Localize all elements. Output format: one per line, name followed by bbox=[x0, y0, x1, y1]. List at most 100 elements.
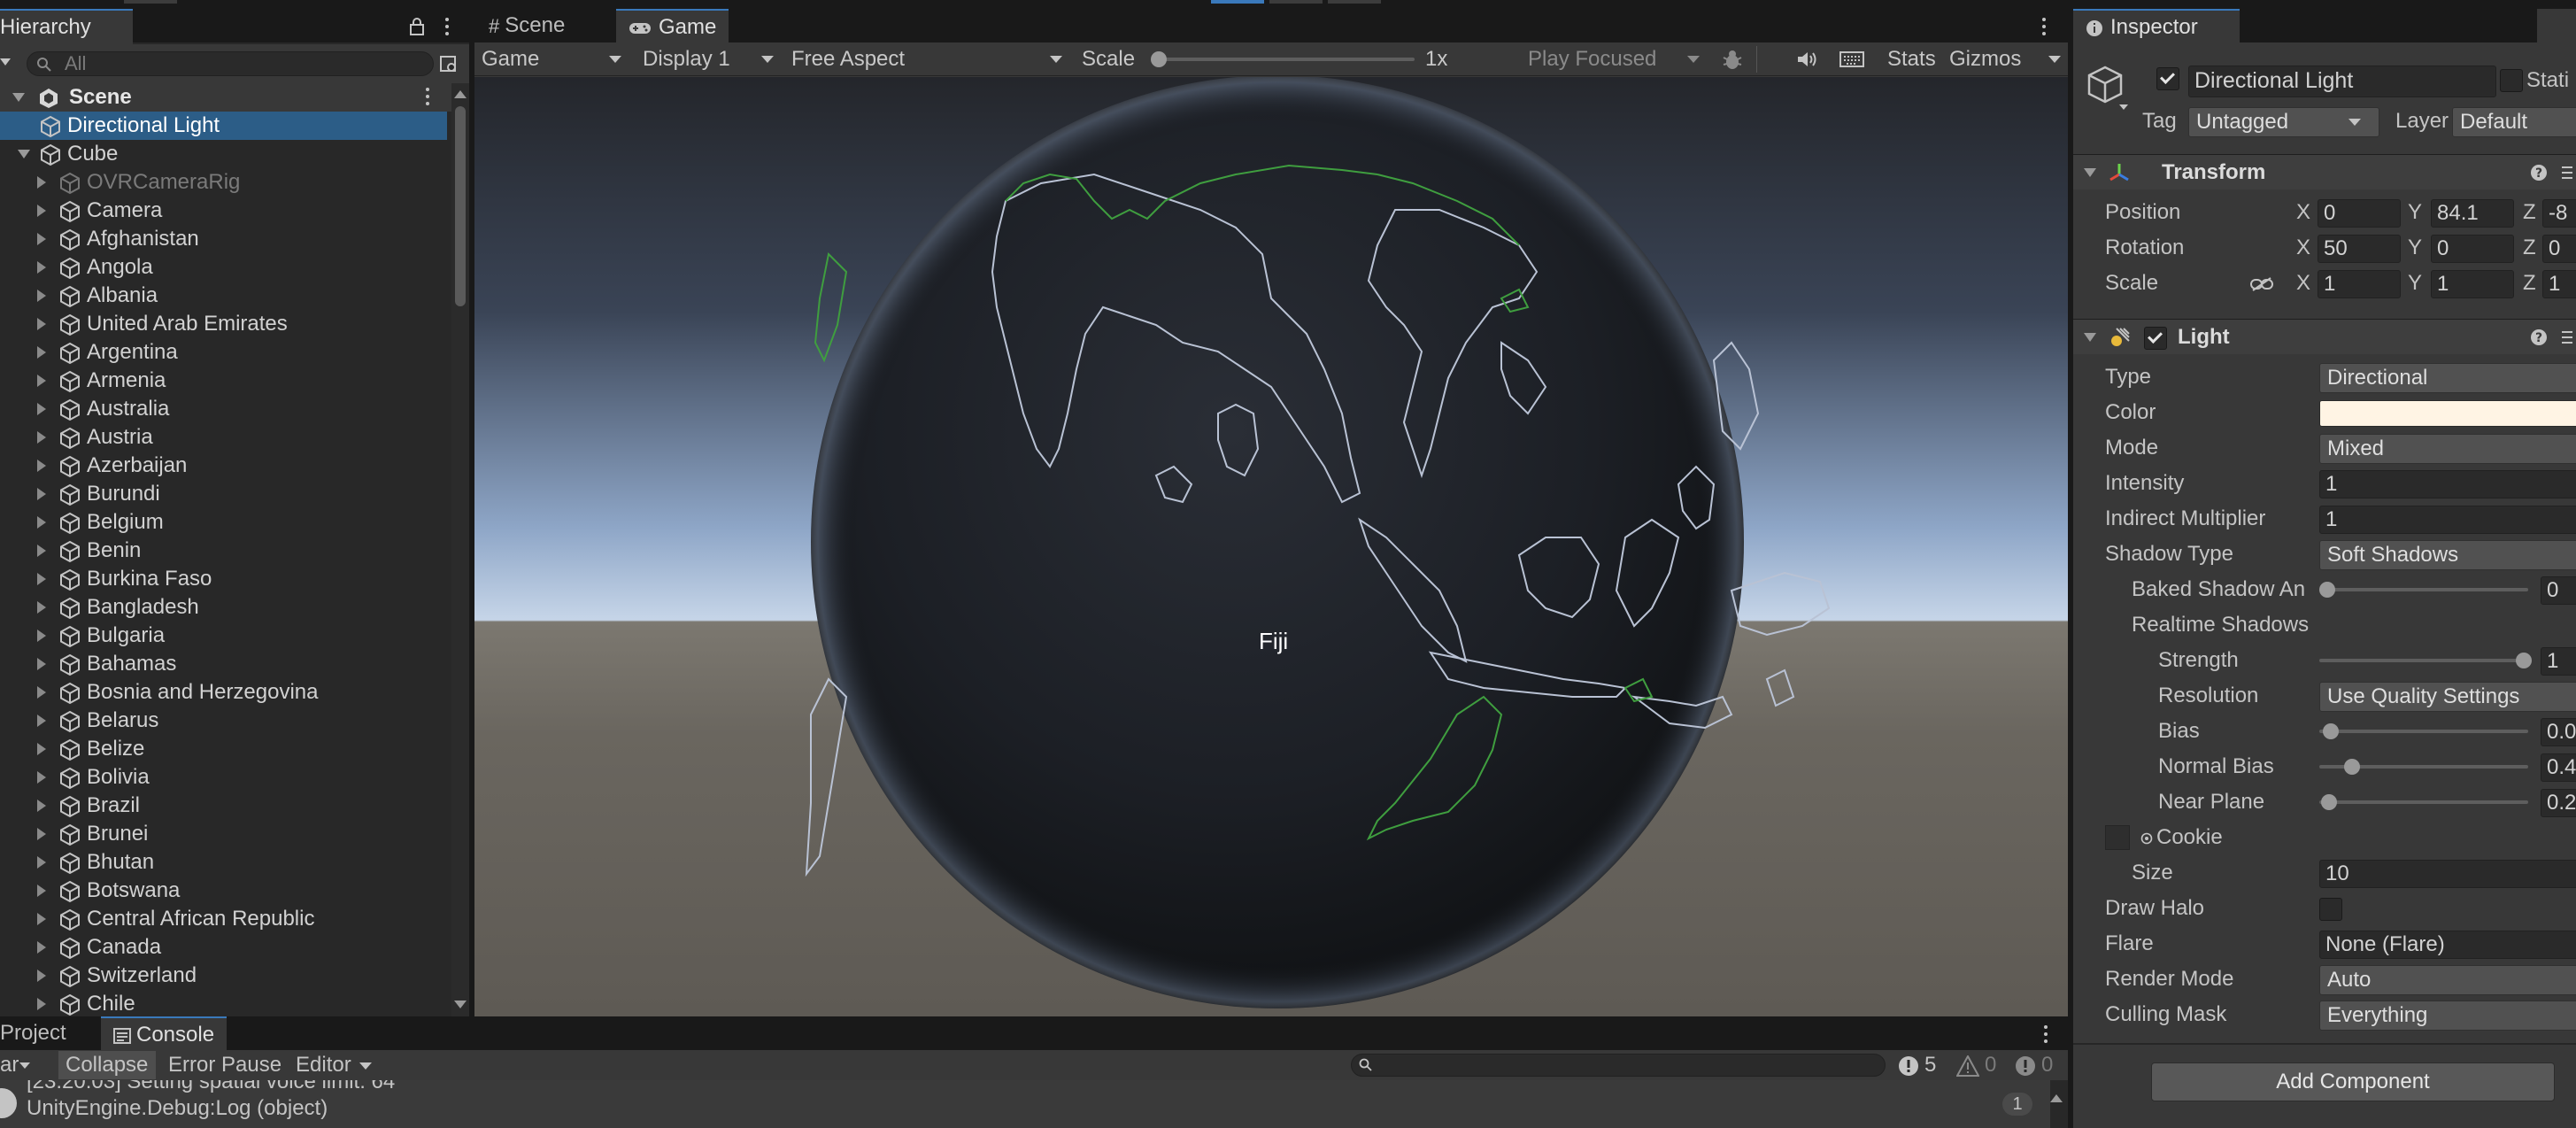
position-x-field[interactable]: 0 bbox=[2318, 199, 2401, 228]
hierarchy-row[interactable]: Belarus bbox=[0, 707, 447, 735]
hierarchy-row[interactable]: Cube bbox=[0, 140, 447, 168]
hierarchy-row[interactable]: Bosnia and Herzegovina bbox=[0, 678, 447, 707]
warn-count-toggle[interactable]: 0 bbox=[1953, 1050, 2006, 1080]
shadow-type-dropdown[interactable]: Soft Shadows bbox=[2319, 540, 2576, 570]
expand-arrow-icon[interactable] bbox=[37, 630, 46, 642]
color-swatch[interactable] bbox=[2319, 400, 2576, 427]
size-field[interactable]: 10 bbox=[2319, 860, 2576, 888]
game-mode-dropdown[interactable]: Game bbox=[474, 42, 634, 76]
game-panel-menu-icon[interactable] bbox=[2040, 14, 2048, 41]
expand-arrow-icon[interactable] bbox=[37, 545, 46, 557]
create-dropdown-arrow[interactable] bbox=[0, 58, 11, 66]
strength-field[interactable]: 1 bbox=[2541, 647, 2576, 676]
expand-arrow-icon[interactable] bbox=[37, 516, 46, 529]
hierarchy-row[interactable]: Camera bbox=[0, 197, 447, 225]
scene-expand-arrow[interactable] bbox=[12, 93, 25, 102]
hierarchy-row[interactable]: Angola bbox=[0, 253, 447, 282]
light-enabled-checkbox[interactable] bbox=[2144, 327, 2167, 350]
info-count-toggle[interactable]: 5 bbox=[1894, 1050, 1951, 1080]
hierarchy-row[interactable]: Burkina Faso bbox=[0, 565, 447, 593]
hierarchy-search-input[interactable]: All bbox=[27, 51, 434, 76]
expand-arrow-icon[interactable] bbox=[37, 261, 46, 274]
near-plane-slider-knob[interactable] bbox=[2321, 794, 2337, 810]
expand-arrow-icon[interactable] bbox=[37, 460, 46, 472]
expand-arrow-icon[interactable] bbox=[37, 941, 46, 954]
scale-slider[interactable] bbox=[1151, 42, 1469, 76]
hierarchy-menu-icon[interactable] bbox=[443, 14, 451, 41]
normal-bias-slider[interactable] bbox=[2319, 749, 2532, 784]
expand-arrow-icon[interactable] bbox=[37, 828, 46, 840]
light-help-icon[interactable]: ? bbox=[2530, 328, 2548, 346]
active-checkbox[interactable] bbox=[2156, 67, 2179, 90]
baked-slider-knob[interactable] bbox=[2319, 582, 2335, 598]
hierarchy-row[interactable]: Albania bbox=[0, 282, 447, 310]
mode-dropdown[interactable]: Mixed bbox=[2319, 434, 2576, 464]
transform-foldout-arrow[interactable] bbox=[2084, 168, 2096, 177]
tab-game[interactable]: Game bbox=[616, 9, 729, 44]
flare-field[interactable]: None (Flare) bbox=[2319, 931, 2576, 959]
position-y-field[interactable]: 84.1 bbox=[2431, 199, 2514, 228]
hierarchy-row[interactable]: Canada bbox=[0, 933, 447, 962]
expand-arrow-icon[interactable] bbox=[37, 970, 46, 982]
expand-arrow-icon[interactable] bbox=[37, 743, 46, 755]
hierarchy-row[interactable]: Afghanistan bbox=[0, 225, 447, 253]
strength-slider-knob[interactable] bbox=[2516, 653, 2532, 668]
hierarchy-row[interactable]: Belgium bbox=[0, 508, 447, 537]
bias-field[interactable]: 0.0 bbox=[2541, 718, 2576, 746]
bias-slider-knob[interactable] bbox=[2323, 723, 2339, 739]
object-name-field[interactable]: Directional Light bbox=[2188, 66, 2496, 97]
baked-shadow-angle-slider[interactable] bbox=[2319, 572, 2532, 607]
expand-arrow-icon[interactable] bbox=[37, 205, 46, 217]
toolbar-button-hint[interactable] bbox=[124, 0, 177, 4]
inspector-tab-extra[interactable] bbox=[2537, 9, 2576, 42]
scale-slider-knob[interactable] bbox=[1151, 51, 1167, 67]
hierarchy-row[interactable]: Bulgaria bbox=[0, 622, 447, 650]
icon-select-caret-icon[interactable] bbox=[2119, 104, 2128, 110]
hierarchy-scrollbar[interactable] bbox=[451, 83, 469, 1016]
rotation-y-field[interactable]: 0 bbox=[2431, 235, 2514, 263]
transform-presets-icon[interactable] bbox=[2560, 164, 2574, 182]
step-button-hint[interactable] bbox=[1328, 0, 1381, 4]
strength-slider[interactable] bbox=[2319, 643, 2532, 678]
expand-arrow-icon[interactable] bbox=[37, 176, 46, 189]
expand-arrow-icon[interactable] bbox=[37, 488, 46, 500]
play-button-hint[interactable] bbox=[1211, 0, 1264, 4]
scale-x-field[interactable]: 1 bbox=[2318, 270, 2401, 298]
hierarchy-row[interactable]: Australia bbox=[0, 395, 447, 423]
hierarchy-row[interactable]: Bolivia bbox=[0, 763, 447, 792]
hierarchy-row[interactable]: Bangladesh bbox=[0, 593, 447, 622]
tab-scene[interactable]: # Scene bbox=[476, 9, 577, 42]
expand-arrow-icon[interactable] bbox=[37, 715, 46, 727]
expand-arrow-icon[interactable] bbox=[37, 913, 46, 925]
hierarchy-row[interactable]: Switzerland bbox=[0, 962, 447, 990]
scale-y-field[interactable]: 1 bbox=[2431, 270, 2514, 298]
near-plane-field[interactable]: 0.2 bbox=[2541, 789, 2576, 817]
hierarchy-row[interactable]: Bahamas bbox=[0, 650, 447, 678]
expand-arrow-icon[interactable] bbox=[37, 431, 46, 444]
constrain-proportions-link-icon[interactable] bbox=[2250, 276, 2273, 292]
hierarchy-row[interactable]: Austria bbox=[0, 423, 447, 452]
expand-arrow-icon[interactable] bbox=[37, 290, 46, 302]
transform-header[interactable]: Transform ? bbox=[2073, 154, 2576, 189]
type-dropdown[interactable]: Directional bbox=[2319, 363, 2576, 393]
hierarchy-row[interactable]: Argentina bbox=[0, 338, 447, 367]
tab-console[interactable]: Console bbox=[101, 1016, 228, 1052]
hierarchy-row[interactable]: Burundi bbox=[0, 480, 447, 508]
scroll-down-arrow[interactable] bbox=[454, 1001, 467, 1008]
light-header[interactable]: Light ? bbox=[2073, 319, 2576, 354]
cookie-thumbnail[interactable] bbox=[2105, 825, 2130, 850]
expand-arrow-icon[interactable] bbox=[37, 771, 46, 784]
expand-arrow-icon[interactable] bbox=[37, 885, 46, 897]
scrollbar-thumb[interactable] bbox=[455, 106, 466, 306]
tag-dropdown[interactable]: Untagged bbox=[2188, 107, 2379, 137]
hierarchy-row[interactable]: OVRCameraRig bbox=[0, 168, 447, 197]
rotation-x-field[interactable]: 50 bbox=[2318, 235, 2401, 263]
expand-arrow-icon[interactable] bbox=[37, 800, 46, 812]
expand-arrow-icon[interactable] bbox=[37, 318, 46, 330]
expand-arrow-icon[interactable] bbox=[37, 233, 46, 245]
gizmos-dropdown[interactable]: Gizmos bbox=[1944, 42, 2068, 76]
expand-arrow-icon[interactable] bbox=[37, 403, 46, 415]
editor-dropdown[interactable]: Editor bbox=[289, 1050, 377, 1080]
hierarchy-row[interactable]: United Arab Emirates bbox=[0, 310, 447, 338]
pause-button-hint[interactable] bbox=[1269, 0, 1323, 4]
